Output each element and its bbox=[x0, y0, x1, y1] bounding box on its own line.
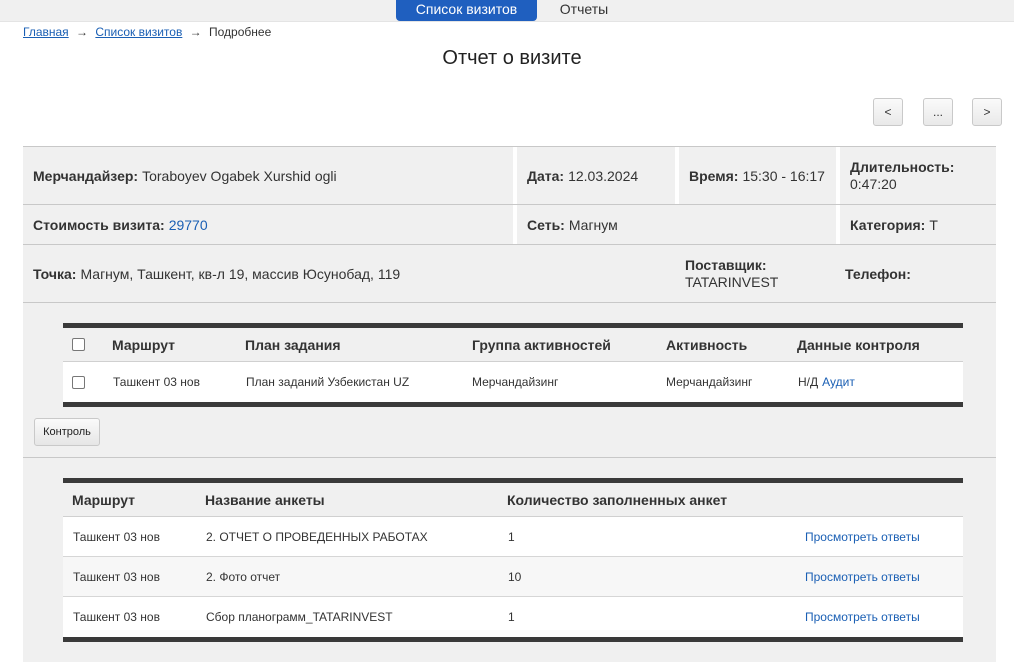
phone-label: Телефон: bbox=[845, 265, 911, 282]
row-route: Ташкент 03 нов bbox=[73, 529, 160, 544]
breadcrumb-separator: → bbox=[76, 25, 89, 39]
page-title: Отчет о визите bbox=[442, 47, 582, 69]
supplier-label: Поставщик: bbox=[685, 256, 767, 273]
duration-value: 0:47:20 bbox=[850, 175, 897, 192]
duration-label: Длительность: bbox=[850, 158, 955, 175]
header-control-data: Данные контроля bbox=[797, 336, 920, 353]
more-button[interactable]: ... bbox=[923, 98, 953, 126]
breadcrumb-separator: → bbox=[189, 25, 202, 39]
time-cell: Время: 15:30 - 16:17 bbox=[675, 147, 838, 204]
cost-label: Стоимость визита: bbox=[33, 216, 165, 233]
row-survey-name: 2. Фото отчет bbox=[206, 569, 281, 584]
view-answers-link[interactable]: Просмотреть ответы bbox=[805, 610, 920, 624]
row-activity: Мерчандайзинг bbox=[666, 375, 753, 389]
supplier-value: TATARINVEST bbox=[685, 273, 779, 290]
header-filled-count: Количество заполненных анкет bbox=[507, 491, 728, 508]
header-route: Маршрут bbox=[72, 491, 136, 508]
view-answers-link[interactable]: Просмотреть ответы bbox=[805, 570, 920, 584]
row-checkbox[interactable] bbox=[72, 375, 85, 389]
surveys-table-header: Маршрут Название анкеты Количество запол… bbox=[63, 483, 963, 517]
info-row-cost: Стоимость визита: 29770 Сеть: Магнум Кат… bbox=[23, 205, 996, 245]
supplier-cell: Поставщик: TATARINVEST bbox=[675, 245, 835, 302]
merchandiser-cell: Мерчандайзер: Toraboyev Ogabek Xurshid o… bbox=[23, 147, 513, 204]
row-route: Ташкент 03 нов bbox=[73, 569, 160, 584]
row-filled-count: 1 bbox=[508, 529, 515, 544]
phone-cell: Телефон: bbox=[835, 245, 995, 302]
header-group: Группа активностей bbox=[472, 336, 611, 353]
row-survey-name: 2. ОТЧЕТ О ПРОВЕДЕННЫХ РАБОТАХ bbox=[206, 529, 428, 544]
select-all-checkbox[interactable] bbox=[72, 338, 85, 351]
point-cell: Точка: Магнум, Ташкент, кв-л 19, массив … bbox=[23, 245, 673, 302]
row-filled-count: 1 bbox=[508, 610, 515, 624]
cost-value-link[interactable]: 29770 bbox=[169, 217, 208, 233]
row-route: Ташкент 03 нов bbox=[73, 610, 160, 624]
table-row: Ташкент 03 нов 2. Фото отчет 10 Просмотр… bbox=[63, 557, 963, 597]
info-row-point: Точка: Магнум, Ташкент, кв-л 19, массив … bbox=[23, 245, 996, 303]
tasks-table: Маршрут План задания Группа активностей … bbox=[63, 323, 963, 407]
date-value: 12.03.2024 bbox=[568, 167, 639, 184]
network-value: Магнум bbox=[568, 216, 618, 233]
breadcrumb: Главная → Список визитов → Подробнее bbox=[23, 25, 271, 39]
row-filled-count: 10 bbox=[508, 569, 522, 584]
merchandiser-value: Toraboyev Ogabek Xurshid ogli bbox=[142, 167, 337, 184]
table-row: Ташкент 03 нов Сбор планограмм_TATARINVE… bbox=[63, 597, 963, 637]
surveys-table: Маршрут Название анкеты Количество запол… bbox=[63, 478, 963, 642]
section-divider bbox=[23, 457, 996, 458]
header-survey-name: Название анкеты bbox=[205, 491, 325, 508]
category-label: Категория: bbox=[850, 216, 926, 233]
tasks-table-header: Маршрут План задания Группа активностей … bbox=[63, 328, 963, 362]
duration-cell: Длительность: 0:47:20 bbox=[836, 147, 996, 204]
table-row: Ташкент 03 нов 2. ОТЧЕТ О ПРОВЕДЕННЫХ РА… bbox=[63, 517, 963, 557]
audit-link[interactable]: Аудит bbox=[822, 375, 855, 389]
tab-reports[interactable]: Отчеты bbox=[545, 0, 623, 21]
time-label: Время: bbox=[689, 167, 739, 184]
network-label: Сеть: bbox=[527, 216, 565, 233]
date-label: Дата: bbox=[527, 167, 565, 184]
time-value: 15:30 - 16:17 bbox=[742, 167, 825, 184]
date-cell: Дата: 12.03.2024 bbox=[513, 147, 675, 204]
top-nav: Список визитов Отчеты bbox=[0, 0, 1014, 22]
header-activity: Активность bbox=[666, 336, 748, 353]
row-survey-name: Сбор планограмм_TATARINVEST bbox=[206, 610, 393, 624]
merchandiser-label: Мерчандайзер: bbox=[33, 167, 139, 184]
view-answers-link[interactable]: Просмотреть ответы bbox=[805, 530, 920, 544]
row-control-status: Н/Д bbox=[798, 375, 819, 389]
row-group: Мерчандайзинг bbox=[472, 375, 559, 389]
prev-visit-button[interactable]: < bbox=[873, 98, 903, 126]
info-row-main: Мерчандайзер: Toraboyev Ogabek Xurshid o… bbox=[23, 147, 996, 205]
point-value: Магнум, Ташкент, кв-л 19, массив Юсуноба… bbox=[80, 265, 401, 282]
point-label: Точка: bbox=[33, 265, 77, 282]
row-plan: План заданий Узбекистан UZ bbox=[246, 375, 410, 389]
control-button[interactable]: Контроль bbox=[34, 418, 100, 446]
network-cell: Сеть: Магнум bbox=[513, 205, 838, 244]
category-value: T bbox=[929, 216, 938, 233]
category-cell: Категория: T bbox=[836, 205, 996, 244]
header-plan: План задания bbox=[245, 336, 341, 353]
row-route: Ташкент 03 нов bbox=[113, 375, 200, 389]
table-row: Ташкент 03 нов План заданий Узбекистан U… bbox=[63, 362, 963, 402]
cost-cell: Стоимость визита: 29770 bbox=[23, 205, 513, 244]
breadcrumb-current: Подробнее bbox=[209, 25, 272, 39]
breadcrumb-visits-link[interactable]: Список визитов bbox=[95, 25, 182, 39]
breadcrumb-home-link[interactable]: Главная bbox=[23, 25, 69, 39]
next-visit-button[interactable]: > bbox=[972, 98, 1002, 126]
header-route: Маршрут bbox=[112, 336, 176, 353]
tab-visits-list[interactable]: Список визитов bbox=[396, 0, 537, 21]
